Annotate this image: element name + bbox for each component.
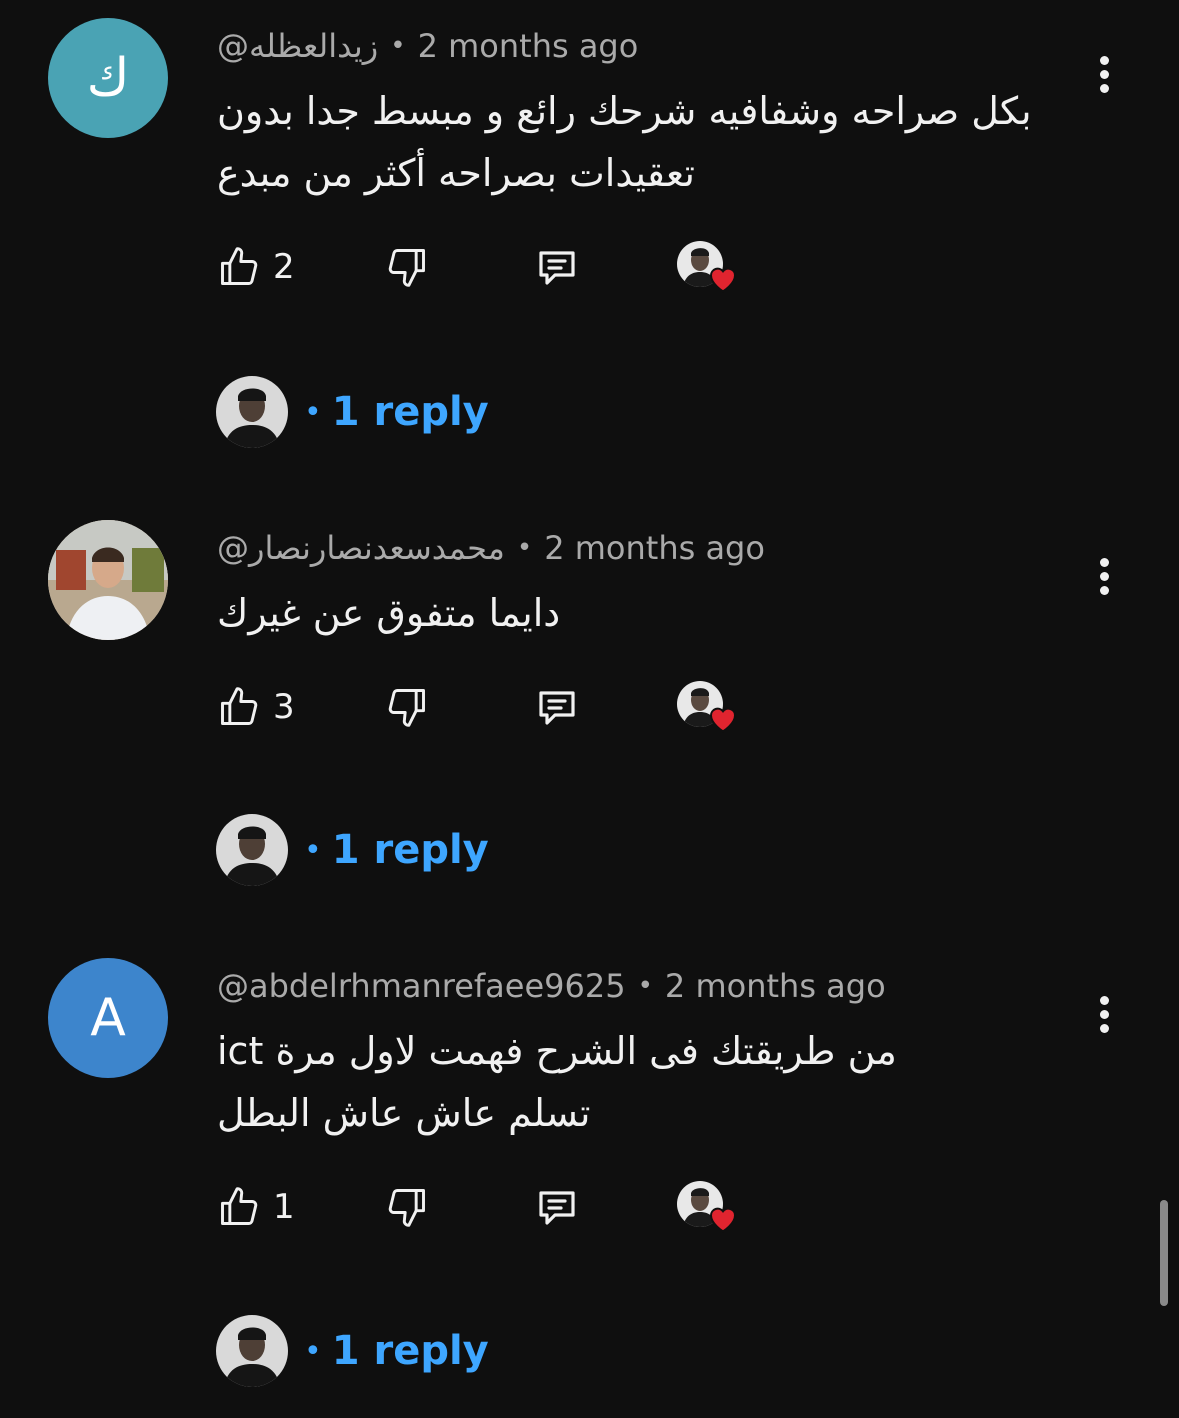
comment-time[interactable]: 2 months ago	[544, 529, 765, 567]
meta-separator: •	[390, 31, 406, 61]
comment-time[interactable]: 2 months ago	[418, 27, 639, 65]
thumbs-up-icon	[221, 1187, 258, 1225]
meta-separator: •	[516, 533, 533, 563]
meta-separator: •	[637, 971, 653, 1001]
thumbs-up-icon	[221, 247, 258, 285]
like-button[interactable]: 2	[217, 237, 295, 297]
more-vertical-icon	[1099, 557, 1109, 567]
avatar[interactable]: A	[48, 958, 168, 1078]
reply-comment-icon	[539, 251, 575, 285]
creator-heart-badge	[677, 241, 739, 297]
more-vertical-icon	[1099, 55, 1109, 65]
like-button[interactable]: 3	[217, 677, 295, 737]
reply-button[interactable]	[533, 677, 581, 737]
comment-actions: 1	[217, 1177, 777, 1237]
view-replies-button[interactable]: • 1 reply	[216, 1315, 489, 1387]
thumbs-up-icon	[221, 687, 258, 725]
avatar-letter: A	[90, 988, 126, 1048]
comment-author[interactable]: @زيدالعظله	[217, 27, 378, 65]
like-count: 1	[273, 1187, 295, 1227]
avatar[interactable]: ك	[48, 18, 168, 138]
reply-button[interactable]	[533, 237, 581, 297]
like-count: 2	[273, 247, 295, 287]
creator-heart-icon	[709, 707, 737, 733]
thumbs-down-icon	[388, 689, 425, 727]
comment-text: دايما متفوق عن غيرك	[217, 582, 1097, 644]
dislike-button[interactable]	[385, 677, 429, 737]
comment-text-line: بكل صراحه وشفافيه شرحك رائع و مبسط جدا ب…	[217, 89, 1032, 133]
comment-meta: @زيدالعظله • 2 months ago	[217, 24, 638, 68]
avatar[interactable]	[48, 520, 168, 640]
comment-text: من طريقتك فى الشرح فهمت لاول مرة ict تسل…	[217, 1020, 1097, 1144]
replies-bullet: •	[304, 394, 322, 430]
creator-heart-badge	[677, 1181, 739, 1237]
reply-button[interactable]	[533, 1177, 581, 1237]
dislike-button[interactable]	[385, 237, 429, 297]
thumbs-down-icon	[388, 1189, 425, 1227]
replies-label: 1 reply	[331, 827, 489, 873]
replier-avatar	[216, 1315, 288, 1387]
creator-heart-icon	[709, 1207, 737, 1233]
replies-bullet: •	[304, 832, 322, 868]
view-replies-button[interactable]: • 1 reply	[216, 814, 489, 886]
comment-author[interactable]: @محمدسعدنصارنصار	[217, 529, 505, 567]
comment-text-line: تسلم عاش عاش البطل	[217, 1091, 591, 1135]
thumbs-down-icon	[388, 249, 425, 287]
creator-heart-badge	[677, 681, 739, 737]
comment-actions: 3	[217, 677, 777, 737]
comment-text-line: من طريقتك فى الشرح فهمت لاول مرة ict	[217, 1029, 897, 1073]
comment-author[interactable]: @abdelrhmanrefaee9625	[217, 967, 626, 1005]
replier-avatar	[216, 814, 288, 886]
comment-actions: 2	[217, 237, 777, 297]
replier-avatar	[216, 376, 288, 448]
like-button[interactable]: 1	[217, 1177, 295, 1237]
view-replies-button[interactable]: • 1 reply	[216, 376, 489, 448]
comment-meta: @محمدسعدنصارنصار • 2 months ago	[217, 526, 765, 570]
comment-meta: @abdelrhmanrefaee9625 • 2 months ago	[217, 964, 886, 1008]
comment-time[interactable]: 2 months ago	[665, 967, 886, 1005]
dislike-button[interactable]	[385, 1177, 429, 1237]
avatar-letter: ك	[86, 48, 130, 108]
reply-comment-icon	[539, 691, 575, 725]
comment-text: بكل صراحه وشفافيه شرحك رائع و مبسط جدا ب…	[217, 80, 1097, 204]
like-count: 3	[273, 687, 295, 727]
comment-text-line: تعقيدات بصراحه أكثر من مبدع	[217, 151, 695, 195]
more-vertical-icon	[1099, 995, 1109, 1005]
user-photo-icon	[48, 520, 168, 640]
comment-text-line: دايما متفوق عن غيرك	[217, 591, 561, 635]
reply-comment-icon	[539, 1191, 575, 1225]
replies-label: 1 reply	[331, 389, 489, 435]
scrollbar[interactable]	[1160, 1200, 1168, 1306]
replies-bullet: •	[304, 1333, 322, 1369]
creator-heart-icon	[709, 267, 737, 293]
replies-label: 1 reply	[331, 1328, 489, 1374]
